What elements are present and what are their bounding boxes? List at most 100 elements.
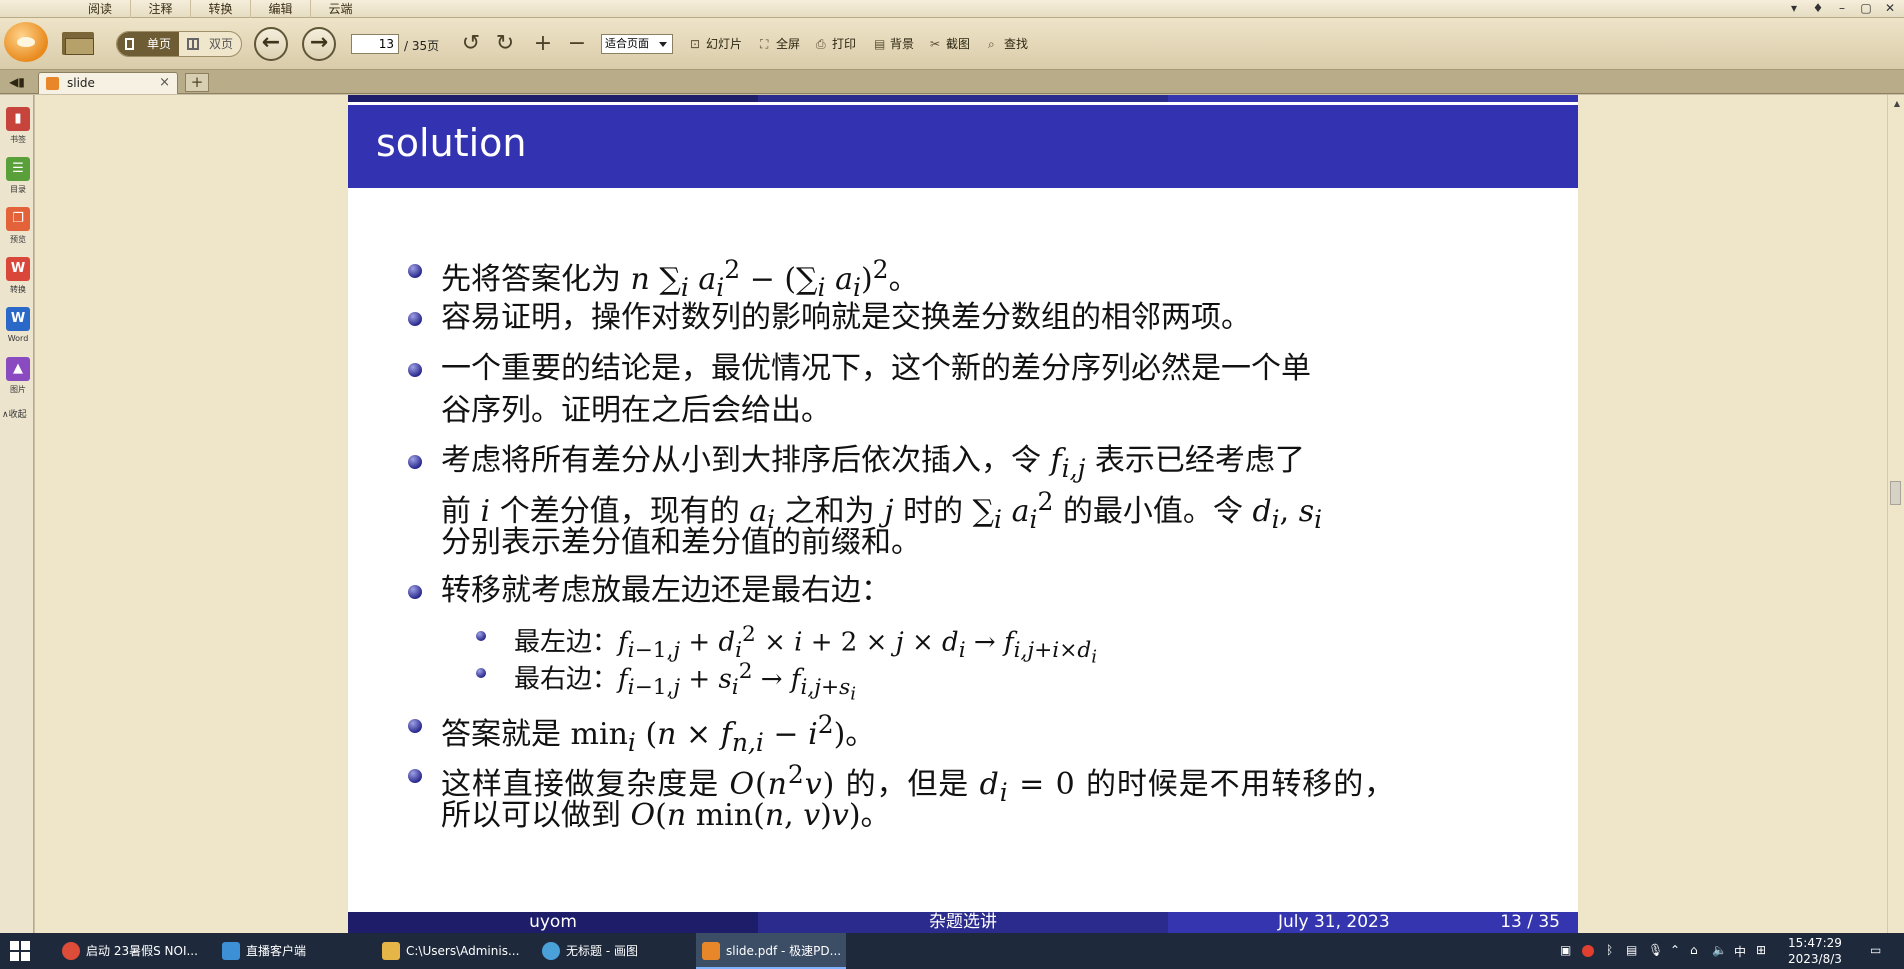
tab-slide[interactable]: slide × [38, 72, 178, 94]
print-button[interactable]: ⎙ 打印 [816, 36, 856, 52]
screenshot-button[interactable]: ✂ 截图 [930, 36, 970, 52]
sidebar-label: 预览 [10, 235, 26, 244]
zoom-in-icon[interactable]: + [530, 31, 556, 57]
page-number-input[interactable] [351, 34, 399, 54]
taskbar: 启动 23暑假S NOI... 直播客户端 C:\Users\Adminis..… [0, 933, 1904, 969]
bullet-text-continued: 分别表示差分值和差分值的前缀和。 [441, 525, 921, 560]
view-mode-group: 单页 双页 [116, 31, 242, 57]
bullet-text: 容易证明，操作对数列的影响就是交换差分数组的相邻两项。 [441, 300, 1251, 335]
close-button[interactable]: ✕ [1878, 0, 1902, 16]
slide-page: solution 先将答案化为 n ∑i ai2 − (∑i ai)2。 容易证… [348, 95, 1578, 933]
taskbar-item-explorer[interactable]: C:\Users\Adminis... [376, 933, 526, 969]
clock-date[interactable]: 2023/8/3 [1788, 951, 1842, 967]
sidebar-item-bookmarks[interactable]: ▮ 书签 [3, 107, 33, 155]
network-icon[interactable]: ⌂ [1690, 943, 1698, 957]
frame-title: solution [376, 121, 527, 165]
screenshot-label: 截图 [946, 37, 971, 51]
taskbar-item-live-client[interactable]: 直播客户端 [216, 933, 366, 969]
bluetooth-icon[interactable]: ᛒ [1606, 943, 1613, 957]
word-icon: W [6, 307, 30, 331]
sidebar-label: 转换 [10, 285, 26, 294]
tray-record-icon[interactable] [1582, 945, 1594, 957]
taskbar-label: C:\Users\Adminis... [406, 944, 520, 958]
taskbar-item-pdf-reader[interactable]: slide.pdf - 极速PD... [696, 933, 846, 969]
sub-bullet-icon [476, 668, 486, 678]
taskbar-label: 无标题 - 画图 [566, 944, 638, 958]
minimize-button[interactable]: – [1830, 0, 1854, 16]
double-page-icon [187, 38, 199, 50]
menu-tab-edit[interactable]: 编辑 [250, 0, 310, 18]
notification-icon[interactable]: ▭ [1870, 943, 1881, 957]
menu-tab-convert[interactable]: 转换 [190, 0, 250, 18]
keyboard-icon[interactable]: ⊞ [1756, 943, 1766, 957]
sidebar-item-convert[interactable]: W 转换 [3, 257, 33, 305]
restore-button[interactable]: ▢ [1854, 0, 1878, 16]
double-page-button[interactable]: 双页 [179, 32, 241, 56]
tray-expand-icon[interactable]: ⌃ [1670, 943, 1680, 957]
bullet-text: 先将答案化为 n ∑i ai2 − (∑i ai)2。 [441, 255, 919, 302]
previous-page-footer-strip [348, 95, 1578, 102]
slideshow-icon: ⊡ [690, 37, 701, 51]
footer-section: 杂题选讲 [758, 912, 1168, 933]
sub-bullet-icon [476, 631, 486, 641]
bullet-text: 答案就是 mini (n × fn,i − i2)。 [441, 710, 876, 757]
page-total: / 35页 [404, 39, 440, 53]
sidebar-item-toc[interactable]: ☰ 目录 [3, 157, 33, 205]
bullet-icon [408, 719, 422, 733]
search-icon: ⌕ [988, 37, 995, 51]
scroll-up-arrow-icon[interactable]: ▲ [1894, 99, 1900, 108]
sidebar-item-word[interactable]: W Word [3, 307, 33, 355]
scissors-icon: ✂ [930, 37, 941, 51]
tray-app-icon[interactable]: ▣ [1560, 943, 1571, 957]
skin-icon[interactable]: ♦ [1806, 0, 1830, 16]
rotate-right-icon[interactable]: ↻ [492, 31, 518, 57]
single-page-icon [125, 38, 134, 50]
single-page-button[interactable]: 单页 [117, 32, 179, 56]
sidebar-toggle-icon[interactable]: ◀▮ [6, 74, 28, 90]
bullet-text-continued: 所以可以做到 O(n min(n, v)v)。 [441, 798, 891, 833]
double-page-label: 双页 [208, 37, 233, 51]
rotate-left-icon[interactable]: ↺ [458, 31, 484, 57]
sidebar-item-preview[interactable]: ❐ 预览 [3, 207, 33, 255]
slideshow-button[interactable]: ⊡ 幻灯片 [690, 36, 742, 52]
taskbar-item-paint[interactable]: 无标题 - 画图 [536, 933, 686, 969]
zoom-out-icon[interactable]: − [564, 31, 590, 57]
menu-tab-cloud[interactable]: 云端 [310, 0, 370, 18]
next-page-button[interactable]: → [302, 27, 336, 61]
open-folder-icon[interactable] [62, 29, 96, 57]
tab-close-icon[interactable]: × [159, 75, 170, 90]
menu-tab-annotate[interactable]: 注释 [130, 0, 190, 18]
prev-page-button[interactable]: ← [254, 27, 288, 61]
sidebar-item-image[interactable]: ▲ 图片 [3, 357, 33, 405]
bullet-icon [408, 585, 422, 599]
vertical-scrollbar[interactable] [1887, 95, 1904, 933]
bullet-text: 一个重要的结论是，最优情况下，这个新的差分序列必然是一个单 [441, 351, 1311, 386]
bullet-icon [408, 312, 422, 326]
dropdown-icon[interactable]: ▾ [1782, 0, 1806, 16]
app-logo-icon[interactable] [4, 22, 48, 62]
scrollbar-thumb[interactable] [1890, 481, 1901, 505]
ime-indicator[interactable]: 中 [1734, 943, 1746, 960]
find-label: 查找 [1004, 37, 1029, 51]
find-button[interactable]: ⌕ 查找 [988, 36, 1028, 52]
convert-icon: W [6, 257, 30, 281]
microphone-icon[interactable]: 🎙 [1648, 943, 1663, 957]
sidebar-label: 图片 [10, 385, 26, 394]
taskbar-item-browser[interactable]: 启动 23暑假S NOI... [56, 933, 206, 969]
background-label: 背景 [890, 37, 915, 51]
clock-time[interactable]: 15:47:29 [1788, 935, 1842, 951]
fullscreen-button[interactable]: ⛶ 全屏 [760, 36, 800, 52]
zoom-select[interactable]: 适合页面 [601, 34, 673, 54]
footer-date: July 31, 2023 [1278, 912, 1390, 932]
windows-start-icon[interactable] [10, 941, 30, 961]
menu-tab-read[interactable]: 阅读 [70, 0, 130, 18]
pdf-file-icon [46, 77, 59, 90]
taskbar-label: slide.pdf - 极速PD... [726, 944, 842, 958]
tray-network-app-icon[interactable]: ▤ [1626, 943, 1637, 957]
new-tab-button[interactable]: + [185, 73, 209, 92]
sidebar-collapse-button[interactable]: ∧收起 [2, 407, 27, 420]
background-button[interactable]: ▤ 背景 [874, 36, 914, 52]
volume-icon[interactable]: 🔈 [1712, 943, 1727, 957]
document-view: solution 先将答案化为 n ∑i ai2 − (∑i ai)2。 容易证… [35, 95, 1887, 933]
sidebar-label: 目录 [10, 185, 26, 194]
